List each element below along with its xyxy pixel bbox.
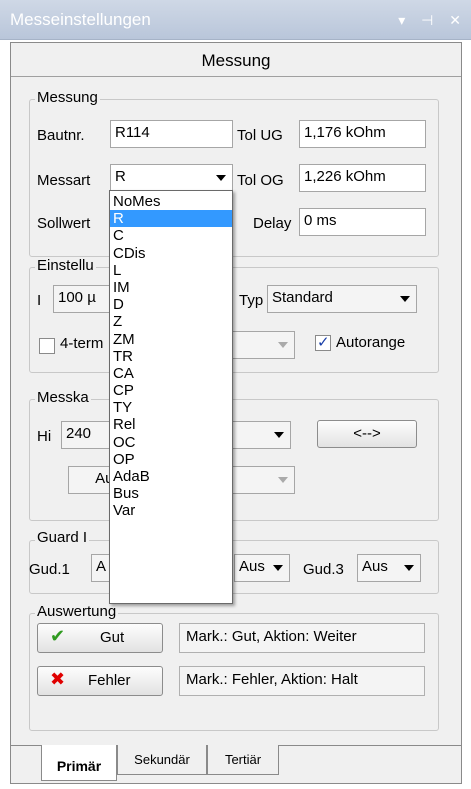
messart-option-list: NoMes R C CDis L IM D Z ZM TR CA CP TY Rel OC OP AdaB Bus… bbox=[110, 193, 232, 520]
messart-option[interactable]: OP bbox=[110, 451, 232, 468]
messart-option[interactable]: NoMes bbox=[110, 193, 232, 210]
messart-option[interactable]: CA bbox=[110, 365, 232, 382]
messart-select-value: R bbox=[115, 168, 126, 185]
messart-option[interactable]: Rel bbox=[110, 416, 232, 433]
messart-option[interactable]: CP bbox=[110, 382, 232, 399]
panel-header: Messung bbox=[11, 43, 461, 77]
messart-option[interactable]: D bbox=[110, 296, 232, 313]
messart-option[interactable]: IM bbox=[110, 279, 232, 296]
hi-label: Hi bbox=[37, 428, 52, 445]
messart-option[interactable]: OC bbox=[110, 434, 232, 451]
titlebar-controls[interactable]: ▾ ⊣ ✕ bbox=[398, 12, 467, 29]
typ-select[interactable]: Standard bbox=[267, 285, 417, 313]
window-title: Messeinstellungen bbox=[10, 10, 151, 29]
checkmark-icon: ✔ bbox=[50, 626, 66, 646]
delay-field[interactable]: 0 ms bbox=[299, 208, 426, 236]
tolug-field[interactable]: 1,176 kOhm bbox=[299, 120, 426, 148]
i-label: I bbox=[37, 292, 42, 309]
messart-option[interactable]: AdaB bbox=[110, 468, 232, 485]
messart-dropdown-list[interactable]: NoMes R C CDis L IM D Z ZM TR CA CP TY Rel OC OP AdaB Bus… bbox=[109, 190, 233, 604]
chevron-down-icon bbox=[400, 296, 410, 302]
autorange-label: Autorange bbox=[336, 334, 406, 351]
gut-info: Mark.: Gut, Aktion: Weiter bbox=[179, 623, 425, 653]
settings-panel: Messung Messung Bautnr. R114 Tol UG 1,17… bbox=[10, 42, 462, 784]
tolog-label: Tol OG bbox=[237, 172, 284, 189]
sollwert-label: Sollwert bbox=[37, 215, 91, 232]
swap-button[interactable]: <--> bbox=[317, 420, 417, 448]
group-guard-legend: Guard I bbox=[35, 529, 90, 546]
messart-select[interactable]: R bbox=[110, 164, 233, 192]
fehler-info: Mark.: Fehler, Aktion: Halt bbox=[179, 666, 425, 696]
messart-option[interactable]: TY bbox=[110, 399, 232, 416]
group-einstellung-legend: Einstellu bbox=[35, 257, 96, 274]
bautnr-label: Bautnr. bbox=[37, 127, 85, 144]
messart-option[interactable]: CDis bbox=[110, 245, 232, 262]
typ-select-value: Standard bbox=[272, 289, 333, 306]
tolug-label: Tol UG bbox=[237, 127, 283, 144]
gud1-label: Gud.1 bbox=[29, 561, 70, 578]
bautnr-field[interactable]: R114 bbox=[110, 120, 233, 148]
delay-label: Delay bbox=[253, 215, 292, 232]
fehler-button-label: Fehler bbox=[88, 672, 131, 689]
gut-button[interactable]: ✔ Gut bbox=[37, 623, 163, 653]
group-messkanal-legend: Messka bbox=[35, 389, 91, 406]
messart-label: Messart bbox=[37, 172, 91, 189]
messart-option[interactable]: Z bbox=[110, 313, 232, 330]
messart-option[interactable]: C bbox=[110, 227, 232, 244]
group-auswertung-legend: Auswertung bbox=[35, 603, 119, 620]
gud3-label: Gud.3 bbox=[303, 561, 344, 578]
autorange-checkbox[interactable] bbox=[315, 333, 331, 351]
hidden-disabled-select[interactable] bbox=[227, 331, 295, 359]
tab-primaer[interactable]: Primär bbox=[41, 745, 117, 781]
messart-option[interactable]: L bbox=[110, 262, 232, 279]
gud2-select-value: Aus bbox=[239, 558, 265, 575]
messart-option[interactable]: TR bbox=[110, 348, 232, 365]
tolog-field[interactable]: 1,226 kOhm bbox=[299, 164, 426, 192]
chevron-down-icon bbox=[404, 565, 414, 571]
group-messung-legend: Messung bbox=[35, 89, 100, 106]
messart-option[interactable]: Bus bbox=[110, 485, 232, 502]
chevron-down-icon bbox=[278, 342, 288, 348]
fourterm-checkbox[interactable] bbox=[39, 338, 55, 354]
typ-label: Typ bbox=[239, 292, 264, 309]
messart-option[interactable]: Var bbox=[110, 502, 232, 519]
fehler-button[interactable]: ✖ Fehler bbox=[37, 666, 163, 696]
gut-button-label: Gut bbox=[100, 629, 125, 646]
messart-option[interactable]: R bbox=[110, 210, 232, 228]
gud3-select-value: Aus bbox=[362, 558, 388, 575]
chevron-down-icon bbox=[273, 565, 283, 571]
cross-icon: ✖ bbox=[50, 669, 66, 689]
tab-tertiaer[interactable]: Tertiär bbox=[207, 745, 279, 775]
gud2-select[interactable]: Aus bbox=[234, 554, 290, 582]
gud3-select[interactable]: Aus bbox=[357, 554, 421, 582]
tab-sekundaer[interactable]: Sekundär bbox=[117, 745, 207, 775]
group-messkanal bbox=[29, 399, 439, 521]
fourterm-label: 4-term bbox=[60, 335, 104, 352]
chevron-down-icon bbox=[274, 432, 284, 438]
chevron-down-icon bbox=[216, 175, 226, 181]
messart-option[interactable]: ZM bbox=[110, 331, 232, 348]
hi-select-value: 240 bbox=[66, 425, 92, 442]
chevron-down-icon bbox=[278, 477, 288, 483]
